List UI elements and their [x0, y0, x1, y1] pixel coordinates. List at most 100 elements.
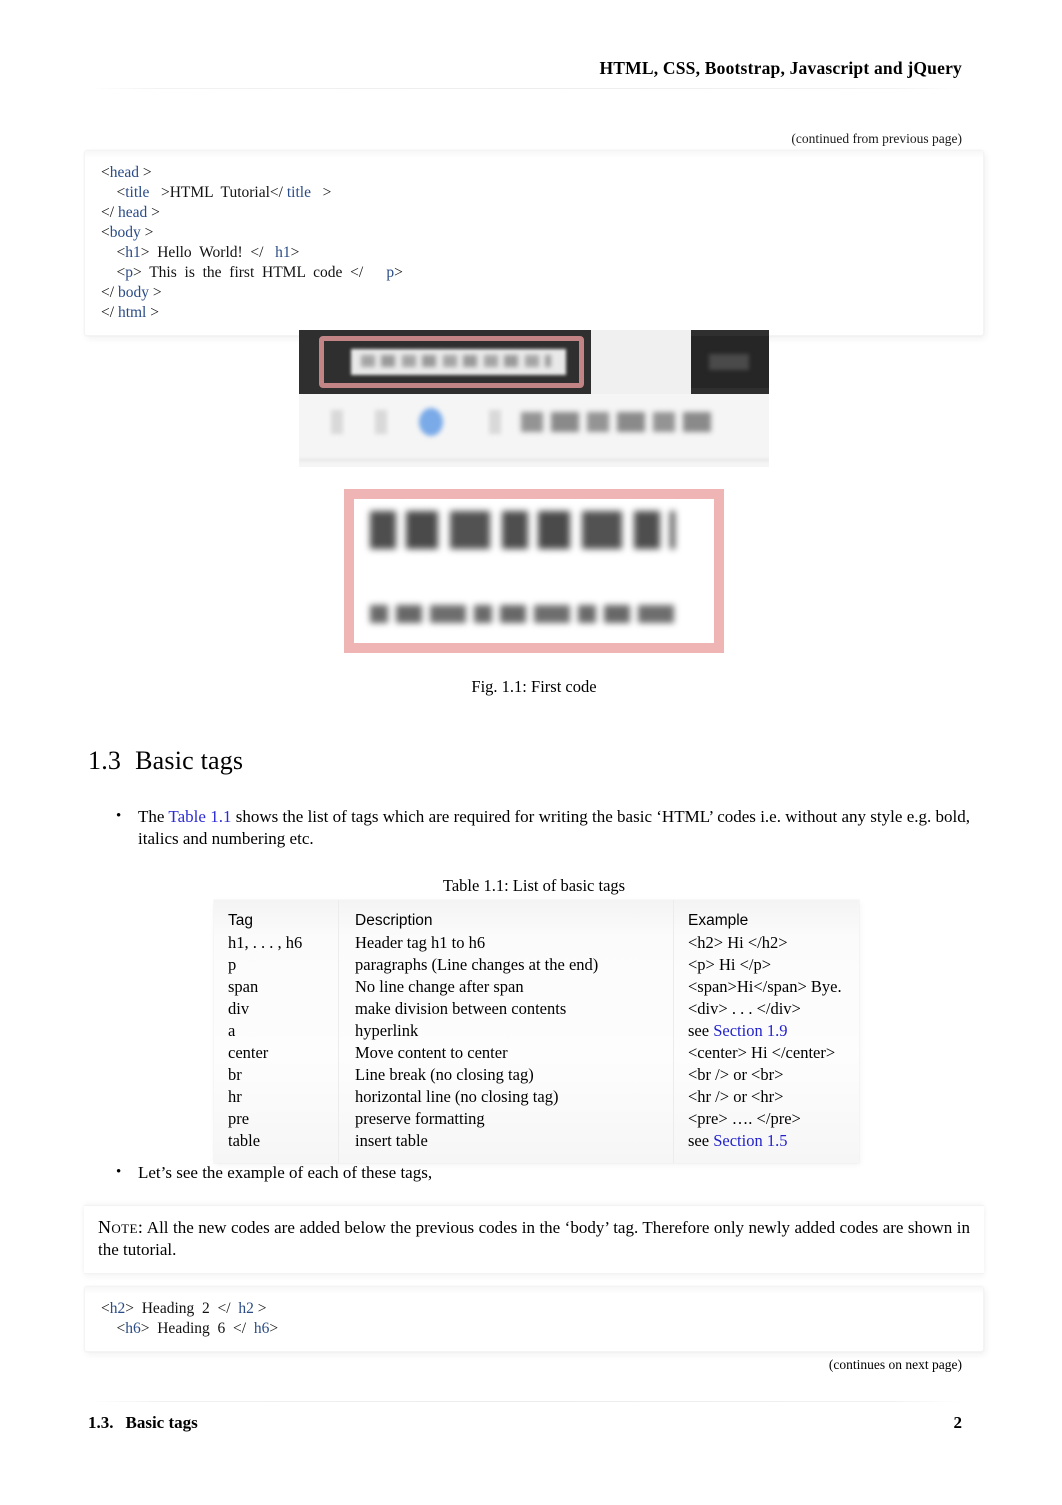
code-line: </ body >: [101, 283, 967, 303]
browser-window-controls: [691, 336, 769, 388]
continued-from-previous-page-note: (continued from previous page): [791, 131, 962, 146]
code-tag-name: body: [109, 224, 141, 241]
table-cell-example: <p> Hi </p>: [673, 954, 859, 976]
code-text: > Hello World! </: [140, 244, 276, 261]
link-section-reference[interactable]: Section 1.5: [713, 1131, 787, 1150]
browser-blue-dot-icon: [419, 408, 443, 436]
code-text: >: [140, 224, 154, 241]
section-heading-basic-tags: 1.3 Basic tags: [88, 746, 243, 776]
footer-divider: [88, 1401, 962, 1402]
code-tag-name: h1: [275, 244, 291, 261]
table-cell-description: Header tag h1 to h6: [338, 932, 674, 954]
table-column-header-label: Description: [355, 912, 433, 929]
code-line: </ head >: [101, 203, 967, 223]
screenshot-browser-window: [299, 330, 769, 467]
table-cell-tag: center: [228, 1043, 269, 1062]
table-cell-tag: br: [228, 1065, 242, 1084]
code-block-html-document: <head > <title >HTML Tutorial</ title > <…: [84, 150, 984, 336]
code-tag-name: html: [117, 304, 147, 321]
code-lines-top: <head > <title >HTML Tutorial</ title > <…: [101, 163, 967, 323]
code-tag-name: p: [125, 264, 133, 281]
code-tag-name: title: [125, 184, 150, 201]
code-text: >HTML Tutorial</: [149, 184, 287, 201]
code-text: <: [101, 224, 110, 241]
table-row: p paragraphs (Line changes at the end) <p>…: [214, 954, 859, 976]
link-section-reference[interactable]: Section 1.9: [713, 1021, 787, 1040]
table-cell-example: <span>Hi</span> Bye.: [673, 976, 859, 998]
table-body: Tag Description Example h1, . . . , h6 Heade…: [214, 900, 859, 1163]
figure-caption: Fig. 1.1: First code: [471, 677, 597, 696]
code-tag-name: h2: [238, 1300, 254, 1317]
table-cell-description: make division between contents: [338, 998, 674, 1020]
code-text: <: [101, 164, 110, 181]
bullet-list-examples: Let’s see the example of each of these t…: [112, 1161, 970, 1184]
table-cell-tag: p: [228, 955, 237, 974]
code-text: >: [147, 204, 160, 221]
red-highlight-box-tab: [319, 336, 584, 388]
table-cell-description: preserve formatting: [338, 1108, 674, 1130]
table-cell-tag: div: [228, 999, 250, 1018]
table-cell-tag: hr: [228, 1087, 242, 1106]
screenshot-rendered-page: [344, 489, 724, 653]
code-text: <: [101, 1320, 126, 1337]
table-cell-description: insert table: [338, 1130, 674, 1163]
table-cell-description: No line change after span: [338, 976, 674, 998]
figure-first-code: Fig. 1.1: First code: [84, 330, 984, 697]
table-cell-example-prefix: see: [688, 1021, 714, 1040]
bullet-text: Let’s see the example of each of these t…: [138, 1163, 433, 1182]
continues-on-next-page-note: (continues on next page): [828, 1357, 962, 1372]
code-text: > Heading 2 </: [125, 1300, 239, 1317]
table-cell-description: Move content to center: [338, 1042, 674, 1064]
table-basic-tags: Tag Description Example h1, . . . , h6 Heade…: [214, 900, 859, 1163]
note-label: Note:: [98, 1217, 144, 1237]
table-caption: Table 1.1: List of basic tags: [442, 876, 626, 895]
table-cell-example: see Section 1.9: [673, 1020, 859, 1042]
code-tag-name: p: [386, 264, 395, 281]
table-cell-description: horizontal line (no closing tag): [338, 1086, 674, 1108]
header-divider: [88, 88, 962, 89]
table-column-header-label: Tag: [228, 912, 253, 929]
code-line: <h2> Heading 2 </ h2 >: [101, 1299, 967, 1319]
table-cell-description: Line break (no closing tag): [338, 1064, 674, 1086]
code-text: <: [101, 244, 126, 261]
table-cell-tag: table: [228, 1131, 261, 1150]
table-column-header-label: Example: [688, 912, 749, 929]
table-row: div make division between contents <div> .…: [214, 998, 859, 1020]
table-column-header: Tag: [214, 900, 339, 932]
table-header-row: Tag Description Example: [214, 900, 859, 932]
code-text: >: [310, 184, 332, 201]
table-cell-example: <h2> Hi </h2>: [673, 932, 859, 954]
code-text: <: [101, 184, 126, 201]
document-page: HTML, CSS, Bootstrap, Javascript and jQu…: [0, 0, 1062, 1505]
code-text: </: [101, 204, 118, 221]
browser-content-area: [299, 394, 769, 467]
code-text: >: [253, 1300, 267, 1317]
table-cell-tag: pre: [228, 1109, 250, 1128]
footer-section-number: 1.3.: [88, 1413, 114, 1432]
table-cell-example: <div> . . . </div>: [673, 998, 859, 1020]
code-text: </: [101, 304, 118, 321]
table-row: a hyperlink see Section 1.9: [214, 1020, 859, 1042]
browser-page-text-blurred: [521, 412, 711, 432]
note-text: All the new codes are added below the pr…: [98, 1218, 970, 1259]
table-cell-example: <br /> or <br>: [673, 1064, 859, 1086]
rendered-heading-blurred: [370, 511, 675, 549]
footer-section-label: 1.3. Basic tags: [88, 1413, 198, 1433]
code-line: </ html >: [101, 303, 967, 323]
table-cell-tag: span: [228, 977, 259, 996]
code-text: >: [269, 1320, 279, 1337]
code-line: <head >: [101, 163, 967, 183]
table-cell-example: <pre> …. </pre>: [673, 1108, 859, 1130]
code-tag-name: title: [286, 184, 311, 201]
code-tag-name: head: [109, 164, 140, 181]
page-footer: 1.3. Basic tags 2: [88, 1413, 962, 1433]
footer-section-title: Basic tags: [125, 1413, 198, 1432]
code-tag-name: h1: [125, 244, 141, 261]
code-text: </: [101, 284, 118, 301]
link-table-1-1[interactable]: Table 1.1: [168, 807, 231, 826]
table-cell-example: <hr /> or <hr>: [673, 1086, 859, 1108]
code-line: <body >: [101, 223, 967, 243]
code-text: >: [139, 164, 152, 181]
code-text: >: [290, 244, 300, 261]
code-tag-name: body: [117, 284, 149, 301]
